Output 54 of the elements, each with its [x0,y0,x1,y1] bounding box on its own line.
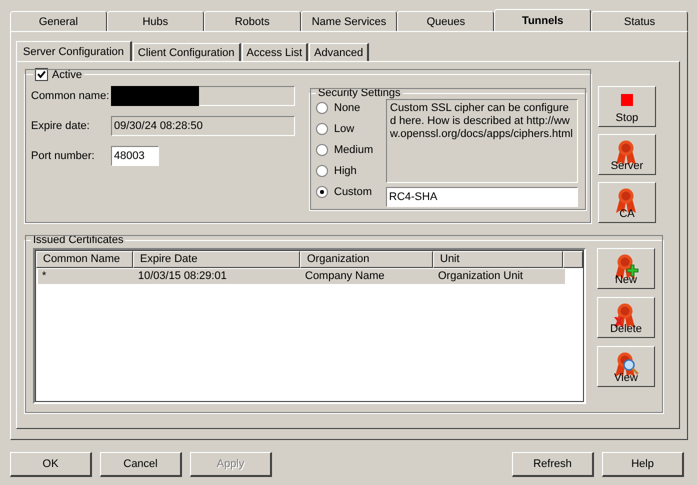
description-box: Custom SSL cipher can be configured here. How is described at http://www.openssl.org/docs/apps/ciphers.html [386,99,578,183]
tab[interactable]: Server Configuration [16,41,132,61]
checkbox[interactable] [35,68,48,81]
tab[interactable]: Status [591,11,688,31]
input-field[interactable]: 09/30/24 08:28:50 [111,116,295,136]
action-button[interactable]: New [597,248,655,289]
radio-label: Custom [334,186,372,198]
radio-button[interactable] [316,102,328,114]
field-label: Common name: [31,90,110,102]
checkbox-label: Active [52,68,82,80]
radio-label: Medium [334,144,374,156]
tab[interactable]: Advanced [309,43,370,61]
radio-button[interactable] [316,165,328,177]
tab[interactable]: Tunnels [494,9,592,31]
action-button[interactable]: CA [598,182,656,223]
column-header[interactable]: Expire Date [133,251,300,268]
dialog-button[interactable]: OK [10,452,92,477]
tab[interactable]: Hubs [106,11,204,31]
radio-button[interactable] [316,144,328,156]
tab[interactable]: Queues [397,11,494,31]
tab[interactable]: Client Configuration [132,43,241,61]
table-cell-text: 10/03/15 08:29:01 [137,269,228,284]
tab[interactable]: Name Services [300,11,398,31]
input-field[interactable]: 48003 [111,146,159,166]
table-cell-text: Company Name [304,269,386,284]
table-cell-text: Organization Unit [437,269,524,284]
action-button[interactable]: View [597,346,655,387]
group-title: Security Settings [317,87,402,99]
tab[interactable]: Access List [242,43,308,61]
radio-label: None [334,102,360,114]
tab[interactable]: General [10,11,107,31]
action-button[interactable]: Stop [598,86,656,127]
table-cell-text: * [41,269,48,284]
group-title: Issued Certificates [32,234,124,246]
column-header[interactable]: Organization [300,251,433,268]
dialog-button[interactable]: Cancel [100,452,182,477]
stop-icon [621,94,633,106]
field-label: Expire date: [31,120,91,132]
radio-label: Low [334,123,354,135]
dialog-button[interactable]: Refresh [512,452,594,477]
column-header[interactable]: Unit [433,251,563,268]
radio-button[interactable] [316,186,328,198]
action-button[interactable]: Delete [597,297,655,338]
table-row[interactable]: * 10/03/15 08:29:01 Company Name Organization Unit [38,269,565,284]
input-field[interactable] [111,86,295,106]
column-header[interactable]: Common Name [36,251,133,268]
field-label: Port number: [31,150,96,162]
radio-label: High [334,165,357,177]
cipher-field[interactable]: RC4-SHA [386,187,578,207]
action-button[interactable]: Server [598,134,656,175]
tab[interactable]: Robots [204,11,301,31]
header-filler [563,251,583,268]
radio-button[interactable] [316,123,328,135]
dialog-button[interactable]: Help [602,452,684,477]
